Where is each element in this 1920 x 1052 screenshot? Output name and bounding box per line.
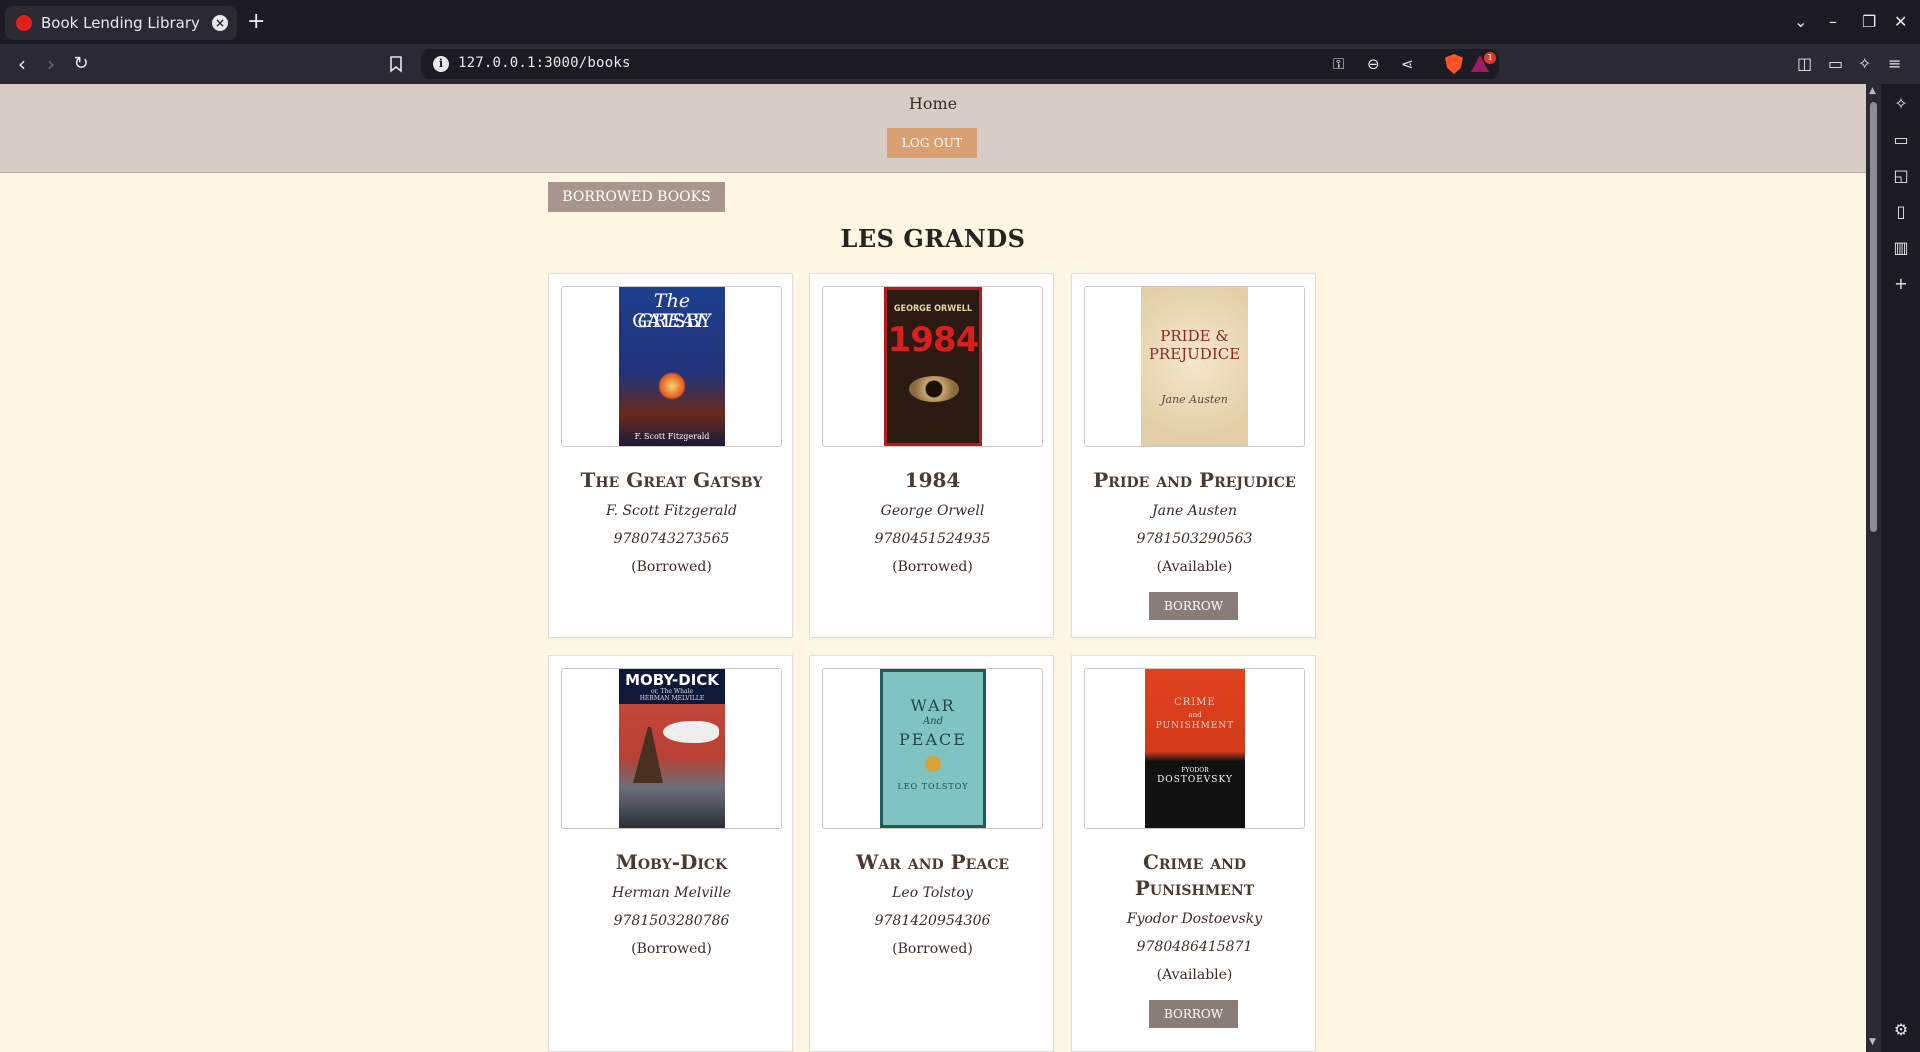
new-tab-icon[interactable]: + [247,10,265,34]
book-cover-frame: WAR And PEACE LEO TOLSTOY [822,668,1043,829]
home-link[interactable]: Home [0,94,1866,113]
add-icon[interactable]: + [1892,275,1910,293]
book-cover-image: CRIME and PUNISHMENT FYODOR DOSTOEVSKY [1145,669,1245,828]
leo-ai-icon[interactable]: ✧ [1892,95,1910,113]
book-cover-frame: CRIME and PUNISHMENT FYODOR DOSTOEVSKY [1084,668,1305,829]
book-cover-frame: The GREAT GATSBY F. Scott Fitzgerald [561,286,782,447]
page-scrollbar[interactable]: ▲ ▼ [1866,84,1881,1052]
book-cover-frame: MOBY-DICK or, The Whale HERMAN MELVILLE [561,668,782,829]
borrow-button[interactable]: BORROW [1149,1000,1238,1028]
book-cover-frame: GEORGE ORWELL 1984 [822,286,1043,447]
browser-toolbar: ‹ › ↻ i 127.0.0.1:3000/books ⚿ ⊖ ⋖ 1 ◫ ▭… [0,44,1920,84]
password-key-icon[interactable]: ⚿ [1333,55,1344,73]
scroll-up-icon[interactable]: ▲ [1869,86,1876,96]
book-status: (Borrowed) [892,941,973,957]
browser-sidebar: ✧ ▭ ◱ ▯ ▥ + ⚙ [1881,84,1920,1052]
brave-shields-icon[interactable] [1445,54,1463,74]
close-tab-icon[interactable]: × [212,15,228,31]
book-status: (Borrowed) [631,941,712,957]
book-title: 1984 [904,468,961,492]
book-author: Herman Melville [612,885,731,901]
book-status: (Available) [1156,559,1233,575]
book-card: PRIDE & PREJUDICE Jane Austen Pride and … [1071,273,1316,638]
book-isbn: 9780451524935 [874,531,991,547]
book-title: Moby-Dick [615,850,728,874]
book-author: F. Scott Fitzgerald [606,503,737,519]
book-card: WAR And PEACE LEO TOLSTOY War and Peace … [809,655,1054,1052]
restore-icon[interactable]: ❐ [1862,12,1876,32]
book-isbn: 9780486415871 [1136,939,1253,955]
book-title: Crime and Punishment [1134,850,1255,900]
back-icon[interactable]: ‹ [10,52,34,76]
book-status: (Borrowed) [892,559,973,575]
book-isbn: 9780743273565 [613,531,730,547]
book-status: (Borrowed) [631,559,712,575]
wallet-icon[interactable]: ▭ [1828,54,1843,74]
scroll-down-icon[interactable]: ▼ [1869,1037,1876,1047]
book-isbn: 9781420954306 [874,913,991,929]
tab-book-lending-library[interactable]: Book Lending Library × [5,6,237,40]
page-viewport: Home LOG OUT BORROWED BOOKS LES GRANDS T… [0,84,1866,1052]
favicon-icon [16,15,32,31]
borrow-button[interactable]: BORROW [1149,592,1238,620]
book-author: Leo Tolstoy [892,885,973,901]
book-title: The Great Gatsby [580,468,763,492]
video-icon[interactable]: ▭ [1892,131,1910,149]
scroll-thumb[interactable] [1870,102,1877,532]
forward-icon[interactable]: › [39,52,63,76]
book-status: (Available) [1156,967,1233,983]
logout-button[interactable]: LOG OUT [887,128,977,158]
site-header: Home LOG OUT [0,84,1866,173]
settings-icon[interactable]: ⚙ [1892,1021,1910,1039]
book-card: The GREAT GATSBY F. Scott Fitzgerald The… [548,273,793,638]
book-cover-image: MOBY-DICK or, The Whale HERMAN MELVILLE [619,669,725,828]
menu-icon[interactable]: ≡ [1888,54,1901,74]
book-cover-frame: PRIDE & PREJUDICE Jane Austen [1084,286,1305,447]
wallet-icon[interactable]: ◱ [1892,167,1910,185]
site-info-icon[interactable]: i [433,56,449,72]
book-isbn: 9781503290563 [1136,531,1253,547]
minimize-icon[interactable]: – [1829,12,1837,32]
book-author: George Orwell [880,503,985,519]
zoom-out-icon[interactable]: ⊖ [1367,55,1380,73]
book-cover-image: GEORGE ORWELL 1984 [884,287,982,446]
page-title: LES GRANDS [840,224,1026,253]
tab-strip: Book Lending Library × + ⌄ – ❐ ✕ [0,0,1920,44]
bookmark-icon[interactable] [386,52,406,76]
address-bar[interactable]: i 127.0.0.1:3000/books ⚿ ⊖ ⋖ 1 [421,49,1499,79]
sidebar-toggle-icon[interactable]: ◫ [1797,54,1812,74]
book-title: Pride and Prejudice [1093,468,1296,492]
book-author: Jane Austen [1152,503,1237,519]
book-cover-image: PRIDE & PREJUDICE Jane Austen [1141,287,1248,446]
bookmarks-icon[interactable]: ▯ [1892,203,1910,221]
book-cover-image: WAR And PEACE LEO TOLSTOY [880,669,986,828]
book-title: War and Peace [855,850,1010,874]
leo-ai-icon[interactable]: ✧ [1858,54,1871,74]
rewards-badge: 1 [1484,52,1496,64]
borrowed-books-button[interactable]: BORROWED BOOKS [548,182,725,212]
book-isbn: 9781503280786 [613,913,730,929]
book-card: GEORGE ORWELL 1984 1984 George Orwell 97… [809,273,1054,638]
tab-list-chevron-icon[interactable]: ⌄ [1794,12,1807,32]
close-window-icon[interactable]: ✕ [1894,12,1907,32]
book-card: MOBY-DICK or, The Whale HERMAN MELVILLE … [548,655,793,1052]
reading-list-icon[interactable]: ▥ [1892,239,1910,257]
book-cover-image: The GREAT GATSBY F. Scott Fitzgerald [619,287,725,446]
reload-icon[interactable]: ↻ [69,52,93,76]
tab-title: Book Lending Library [41,14,200,32]
book-author: Fyodor Dostoevsky [1126,911,1263,927]
url-text[interactable]: 127.0.0.1:3000/books [458,55,631,71]
book-card: CRIME and PUNISHMENT FYODOR DOSTOEVSKY C… [1071,655,1316,1052]
share-icon[interactable]: ⋖ [1401,55,1414,73]
